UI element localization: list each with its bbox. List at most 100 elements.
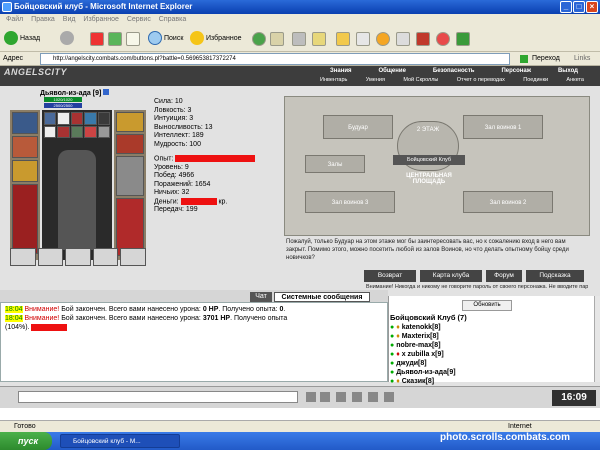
player-item[interactable]: ● ♦ katenokk[8] <box>390 323 590 332</box>
gloves-slot[interactable] <box>116 134 144 154</box>
nav-security[interactable]: Безопасность <box>433 68 475 74</box>
info-icon[interactable] <box>103 89 110 95</box>
clear-icon[interactable] <box>320 392 330 402</box>
belt-slot[interactable] <box>10 248 36 266</box>
at-icon[interactable] <box>376 32 390 46</box>
rune-slot[interactable] <box>97 125 110 138</box>
home-icon[interactable] <box>126 32 140 46</box>
address-input[interactable]: http://angelscity.combats.com/buttons.pl… <box>40 53 510 65</box>
links-label[interactable]: Links <box>574 52 590 66</box>
room-boudoir[interactable]: Будуар <box>323 115 393 139</box>
club-map-button[interactable]: Карта клуба <box>420 270 482 282</box>
room-warriors-3[interactable]: Зал воинов 3 <box>305 191 395 213</box>
menu-tools[interactable]: Сервис <box>127 16 151 23</box>
room-warriors-1[interactable]: Зал воинов 1 <box>463 115 543 139</box>
chat-input[interactable] <box>18 391 298 403</box>
history-icon[interactable] <box>252 32 266 46</box>
menu-file[interactable]: Файл <box>6 16 23 23</box>
menu-help[interactable]: Справка <box>159 16 186 23</box>
send-icon[interactable] <box>306 392 316 402</box>
maximize-button[interactable]: □ <box>573 1 585 13</box>
forum-button[interactable]: Форум <box>486 270 522 282</box>
room-warriors-2[interactable]: Зал воинов 2 <box>463 191 553 213</box>
nav-duels[interactable]: Поединки <box>523 77 548 83</box>
player-item[interactable]: ● джуди[8] <box>390 359 590 368</box>
status-bar: Готово Internet <box>0 420 600 432</box>
rune-slot[interactable] <box>44 125 57 138</box>
club-button[interactable]: Бойцовский Клуб <box>393 155 465 165</box>
rune-slot[interactable] <box>84 125 97 138</box>
refresh-button[interactable]: Обновить <box>462 300 512 311</box>
favorites-button[interactable]: Избранное <box>190 30 248 48</box>
tab-system-messages[interactable]: Системные сообщения <box>274 292 370 302</box>
search-button[interactable]: Поиск <box>148 30 188 48</box>
green-icon[interactable] <box>456 32 470 46</box>
helmet-slot[interactable] <box>12 112 38 134</box>
go-button[interactable]: Переход <box>532 52 560 66</box>
player-item[interactable]: ● ♦ x zubilla x[9] <box>390 350 590 359</box>
stop-icon[interactable] <box>90 32 104 46</box>
nav-inventory[interactable]: Инвентарь <box>320 77 347 83</box>
armor-slot[interactable] <box>12 184 38 254</box>
rune-slot[interactable] <box>84 112 97 125</box>
translit-icon[interactable] <box>352 392 362 402</box>
character-nick[interactable]: Дьявол-из-ада [9] <box>40 89 110 97</box>
player-item[interactable]: ● ♦ Сказик[8] <box>390 377 590 386</box>
taskbar-item-browser[interactable]: Бойцовский клуб - M... <box>60 434 180 448</box>
stat-money: Деньги: кр. <box>154 197 228 205</box>
nav-character[interactable]: Персонаж <box>501 68 531 74</box>
nav-skills[interactable]: Умения <box>366 77 385 83</box>
player-item[interactable]: ● ♦ Maxterix[8] <box>390 332 590 341</box>
ring-slot[interactable] <box>116 112 144 132</box>
central-square-label[interactable]: ЦЕНТРАЛЬНАЯ ПЛОЩАДЬ <box>393 173 465 185</box>
rune-slot[interactable] <box>97 112 110 125</box>
folder-icon[interactable] <box>336 32 350 46</box>
weapon-slot[interactable] <box>12 160 38 182</box>
go-arrow-icon[interactable] <box>520 55 528 63</box>
belt-slot[interactable] <box>120 248 146 266</box>
player-list-scrollbar[interactable] <box>594 296 600 382</box>
forward-button[interactable] <box>60 30 78 48</box>
rune-slot[interactable] <box>44 112 57 125</box>
nav-knowledge[interactable]: Знания <box>330 68 352 74</box>
filter-icon[interactable] <box>368 392 378 402</box>
player-item[interactable]: ● Дьявол-из-ада[9] <box>390 368 590 377</box>
player-item[interactable]: ● nobre-max[8] <box>390 341 590 350</box>
belt-slot[interactable] <box>92 248 119 266</box>
room-halls[interactable]: Залы <box>305 155 365 173</box>
back-button[interactable]: Назад <box>4 30 56 48</box>
settings-icon[interactable] <box>384 392 394 402</box>
return-button[interactable]: Возврат <box>364 270 416 282</box>
shield-slot[interactable] <box>116 156 144 196</box>
hint-button[interactable]: Подсказка <box>526 270 584 282</box>
smile-icon[interactable] <box>336 392 346 402</box>
refresh-icon[interactable] <box>108 32 122 46</box>
rune-slot[interactable] <box>57 112 70 125</box>
menu-edit[interactable]: Правка <box>31 16 55 23</box>
cross-icon[interactable] <box>416 32 430 46</box>
rune-slot[interactable] <box>70 112 84 125</box>
rune-slot[interactable] <box>57 125 70 138</box>
document-icon[interactable] <box>356 32 370 46</box>
nav-exit[interactable]: Выход <box>558 68 578 74</box>
belt-slot[interactable] <box>37 248 64 266</box>
flower-icon[interactable] <box>436 32 450 46</box>
menu-view[interactable]: Вид <box>63 16 76 23</box>
nav-scrolls[interactable]: Мой Скроллы <box>403 77 438 83</box>
chat-message-tail: (104%). <box>5 323 383 332</box>
nav-profile[interactable]: Анкета <box>566 77 584 83</box>
edit-icon[interactable] <box>312 32 326 46</box>
mail-icon[interactable] <box>270 32 284 46</box>
close-button[interactable]: × <box>586 1 598 13</box>
print-icon[interactable] <box>292 32 306 46</box>
tab-chat[interactable]: Чат <box>250 292 272 302</box>
blocked-icon[interactable] <box>396 32 410 46</box>
start-button[interactable]: пуск <box>0 432 52 450</box>
bracer-slot[interactable] <box>12 136 38 158</box>
minimize-button[interactable]: _ <box>560 1 572 13</box>
nav-transfers[interactable]: Отчет о переводах <box>457 77 505 83</box>
rune-slot[interactable] <box>70 125 84 138</box>
belt-slot[interactable] <box>65 248 91 266</box>
menu-favorites[interactable]: Избранное <box>83 16 118 23</box>
nav-communication[interactable]: Общение <box>379 68 406 74</box>
